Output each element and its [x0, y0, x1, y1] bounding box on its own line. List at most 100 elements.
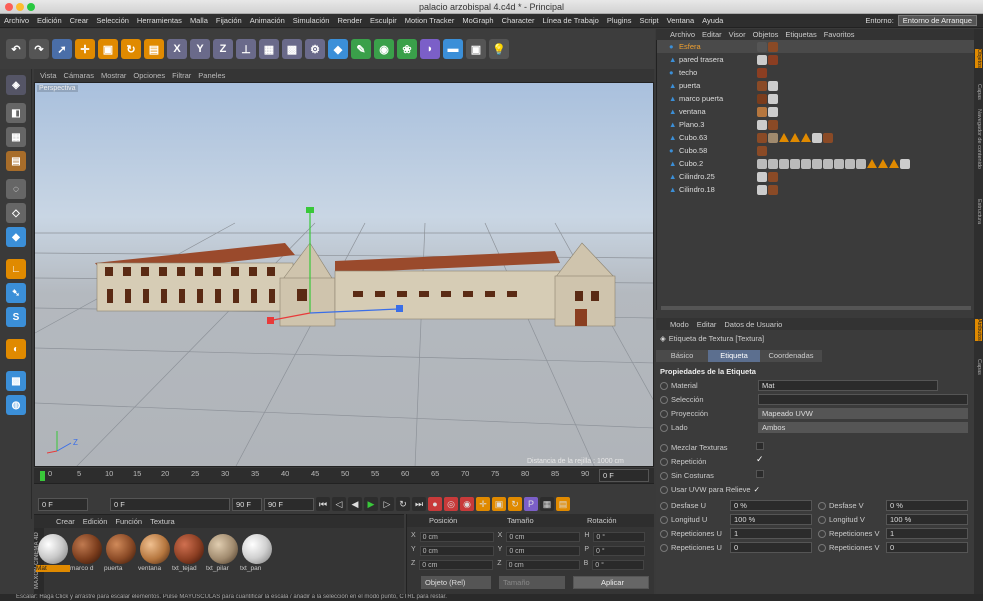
size-z-field[interactable]: 0 cm [505, 560, 580, 570]
mat-menu-crear[interactable]: Crear [56, 517, 75, 526]
record-icon[interactable]: ● [428, 497, 442, 511]
sculpt-icon[interactable]: ◍ [6, 395, 26, 415]
rep-u-field[interactable]: 1 [730, 528, 812, 539]
object-scrollbar[interactable] [661, 306, 971, 310]
planar-workplane-icon[interactable]: ▩ [6, 371, 26, 391]
menu-seleccion[interactable]: Selección [92, 16, 133, 25]
tab-etiqueta[interactable]: Etiqueta [708, 350, 760, 362]
render-view-icon[interactable]: ▦ [259, 39, 279, 59]
side-tab-capas-2[interactable]: Capas [975, 359, 982, 375]
tweak-mode-icon[interactable]: ➷ [6, 283, 26, 303]
timeline-ruler[interactable]: 0 5 10 15 20 25 30 35 40 45 50 55 60 65 … [34, 468, 654, 484]
undo-icon[interactable]: ↶ [6, 39, 26, 59]
deformer-icon[interactable]: ◗ [420, 39, 440, 59]
menu-malla[interactable]: Malla [186, 16, 212, 25]
keyframe-selection-icon[interactable]: ◉ [460, 497, 474, 511]
playhead[interactable] [40, 471, 45, 481]
menu-ventana[interactable]: Ventana [663, 16, 699, 25]
menu-esculpir[interactable]: Esculpir [366, 16, 401, 25]
material-swatch[interactable] [106, 534, 136, 564]
mat-menu-edicion[interactable]: Edición [83, 517, 108, 526]
keyframe-circle-icon[interactable] [660, 471, 668, 480]
object-row-cilindro18[interactable]: ▲ Cilindro.18 [657, 183, 975, 196]
sin-costuras-checkbox[interactable] [756, 470, 764, 478]
object-row-plano3[interactable]: ▲ Plano.3 [657, 118, 975, 131]
obj-menu-visor[interactable]: Visor [729, 30, 746, 39]
checkmark-icon[interactable]: ✓ [754, 485, 760, 494]
workplane-icon[interactable]: ▤ [6, 151, 26, 171]
texture-mode-icon[interactable]: ▦ [6, 127, 26, 147]
menu-fijacion[interactable]: Fijación [212, 16, 246, 25]
menu-motion-tracker[interactable]: Motion Tracker [401, 16, 459, 25]
attr-menu-datos[interactable]: Datos de Usuario [724, 320, 782, 329]
autokey-icon[interactable]: ◎ [444, 497, 458, 511]
coord-system-icon[interactable]: ⊥ [236, 39, 256, 59]
camera-icon[interactable]: ▣ [466, 39, 486, 59]
mat-menu-funcion[interactable]: Función [115, 517, 142, 526]
rot-b-field[interactable]: 0 ° [592, 560, 645, 570]
keyframe-circle-icon[interactable] [660, 381, 668, 390]
key-param-icon[interactable]: P [524, 497, 538, 511]
prev-key-icon[interactable]: ◁ [332, 497, 346, 511]
desfase-v-field[interactable]: 0 % [886, 500, 968, 511]
key-position-icon[interactable]: ✛ [476, 497, 490, 511]
object-row-esfera[interactable]: ● Esfera [657, 40, 975, 53]
desfase-u-field[interactable]: 0 % [730, 500, 812, 511]
points-mode-icon[interactable]: ◌ [6, 179, 26, 199]
keyframe-circle-icon[interactable] [818, 529, 826, 538]
menu-ayuda[interactable]: Ayuda [698, 16, 727, 25]
attr-menu-modo[interactable]: Modo [670, 320, 689, 329]
tab-basico[interactable]: Básico [656, 350, 708, 362]
side-tab-navegador[interactable]: Navegador de contenido [975, 109, 982, 169]
vp-menu-vista[interactable]: Vista [40, 71, 57, 80]
menu-herramientas[interactable]: Herramientas [133, 16, 186, 25]
key-pla-icon[interactable]: ▦ [540, 497, 554, 511]
redo-icon[interactable]: ↷ [29, 39, 49, 59]
obj-menu-favoritos[interactable]: Favoritos [824, 30, 855, 39]
menu-render[interactable]: Render [333, 16, 366, 25]
menu-script[interactable]: Script [635, 16, 662, 25]
proyeccion-dropdown[interactable]: Mapeado UVW [758, 408, 968, 419]
rep-u2-field[interactable]: 0 [730, 542, 812, 553]
make-editable-icon[interactable]: ◈ [6, 75, 26, 95]
keyframe-circle-icon[interactable] [818, 515, 826, 524]
preview-start-field[interactable]: 0 F [110, 497, 230, 511]
floor-icon[interactable]: ▬ [443, 39, 463, 59]
close-window-button[interactable] [5, 3, 13, 11]
tab-coordenadas[interactable]: Coordenadas [760, 350, 822, 362]
longitud-v-field[interactable]: 100 % [886, 514, 968, 525]
maximize-window-button[interactable] [27, 3, 35, 11]
object-row-cubo2[interactable]: ▲ Cubo.2 [657, 157, 975, 170]
select-arrow-icon[interactable]: ➚ [52, 39, 72, 59]
object-row-cilindro25[interactable]: ▲ Cilindro.25 [657, 170, 975, 183]
menu-simulacion[interactable]: Simulación [289, 16, 334, 25]
mezclar-checkbox[interactable] [756, 442, 764, 450]
vp-menu-opciones[interactable]: Opciones [133, 71, 165, 80]
material-swatch[interactable] [242, 534, 272, 564]
material-swatch[interactable] [174, 534, 204, 564]
keyframe-circle-icon[interactable] [660, 485, 668, 494]
render-picture-icon[interactable]: ▩ [282, 39, 302, 59]
menu-mograph[interactable]: MoGraph [458, 16, 497, 25]
keyframe-circle-icon[interactable] [660, 501, 668, 510]
x-axis-lock-icon[interactable]: X [167, 39, 187, 59]
repeticion-checkbox[interactable]: ✓ [756, 454, 764, 465]
axis-mode-icon[interactable]: ∟ [6, 259, 26, 279]
lado-dropdown[interactable]: Ambos [758, 422, 968, 433]
size-mode-dropdown[interactable]: Tamaño [499, 576, 565, 589]
keyframe-circle-icon[interactable] [660, 409, 668, 418]
keyframe-circle-icon[interactable] [660, 529, 668, 538]
attr-menu-editar[interactable]: Editar [697, 320, 717, 329]
menu-linea-trabajo[interactable]: Línea de Trabajo [539, 16, 603, 25]
side-tab-objetos[interactable]: Objetos [975, 49, 982, 68]
3d-viewport[interactable]: Perspectiva Z Distancia de la rejilla: … [34, 82, 654, 467]
goto-end-icon[interactable]: ⏭ [412, 497, 426, 511]
current-frame-field[interactable]: 0 F [599, 469, 649, 482]
vp-menu-camaras[interactable]: Cámaras [64, 71, 94, 80]
array-icon[interactable]: ❀ [397, 39, 417, 59]
side-tab-atributos[interactable]: Atributos [975, 319, 982, 341]
vp-menu-mostrar[interactable]: Mostrar [101, 71, 126, 80]
end-frame-field[interactable]: 90 F [264, 497, 314, 511]
side-tab-estructura[interactable]: Estructura [975, 199, 982, 224]
keyframe-circle-icon[interactable] [660, 423, 668, 432]
